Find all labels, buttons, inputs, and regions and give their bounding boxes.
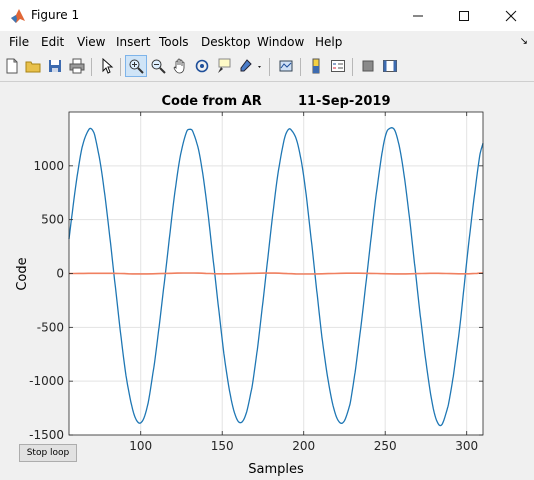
- colorbar-button[interactable]: [306, 56, 326, 76]
- menu-insert[interactable]: Insert: [116, 35, 150, 49]
- select-arrow-button[interactable]: [97, 56, 117, 76]
- toolbar-separator: [300, 58, 301, 76]
- brush-button[interactable]: [236, 56, 264, 76]
- stop-loop-button[interactable]: Stop loop: [19, 444, 77, 462]
- close-icon: [505, 10, 517, 21]
- hide-plot-tools-button[interactable]: [358, 56, 378, 76]
- link-plot-icon: [279, 60, 293, 72]
- menu-file[interactable]: File: [9, 35, 29, 49]
- new-figure-button[interactable]: [2, 56, 22, 76]
- dock-arrow-icon[interactable]: ↘: [520, 36, 528, 47]
- open-file-icon: [25, 61, 41, 73]
- data-cursor-icon: [218, 58, 231, 73]
- print-icon: [69, 58, 85, 74]
- print-button[interactable]: [67, 56, 87, 76]
- figure-toolbar: [0, 53, 534, 82]
- menu-desktop[interactable]: Desktop: [201, 35, 251, 49]
- rotate-3d-button[interactable]: [192, 56, 212, 76]
- pan-hand-icon: [173, 58, 185, 74]
- menu-view[interactable]: View: [77, 35, 105, 49]
- maximize-icon: [459, 10, 469, 21]
- toolbar-separator: [120, 58, 121, 76]
- colorbar-icon: [312, 58, 320, 74]
- window-title-bar: Figure 1: [0, 0, 534, 31]
- new-figure-icon: [6, 58, 18, 74]
- save-button[interactable]: [45, 56, 65, 76]
- brush-icon: [240, 59, 261, 72]
- minimize-icon: [413, 15, 423, 16]
- toolbar-separator: [352, 58, 353, 76]
- maximize-button[interactable]: [441, 0, 487, 31]
- menu-tools[interactable]: Tools: [159, 35, 189, 49]
- close-button[interactable]: [488, 0, 534, 31]
- hide-plot-tools-icon: [362, 60, 374, 72]
- minimize-button[interactable]: [395, 0, 441, 31]
- toolbar-separator: [91, 58, 92, 76]
- save-icon: [49, 60, 61, 72]
- show-plot-tools-button[interactable]: [380, 56, 400, 76]
- toolbar-separator: [269, 58, 270, 76]
- data-cursor-button[interactable]: [214, 56, 234, 76]
- show-plot-tools-icon: [383, 60, 397, 72]
- menu-help[interactable]: Help: [315, 35, 342, 49]
- menu-bar: File Edit View Insert Tools Desktop Wind…: [0, 31, 534, 53]
- zoom-in-button[interactable]: [125, 55, 147, 77]
- window-title: Figure 1: [31, 8, 80, 22]
- pan-button[interactable]: [170, 56, 190, 76]
- matlab-logo-icon: [11, 9, 25, 23]
- legend-icon: [331, 60, 345, 72]
- zoom-in-icon: [129, 59, 144, 74]
- rotate-3d-icon: [195, 59, 209, 73]
- legend-button[interactable]: [328, 56, 348, 76]
- zoom-out-button[interactable]: [148, 56, 168, 76]
- figure-canvas: [1, 82, 533, 479]
- menu-edit[interactable]: Edit: [41, 35, 64, 49]
- menu-window[interactable]: Window: [257, 35, 304, 49]
- zoom-out-icon: [151, 59, 166, 74]
- select-arrow-icon: [102, 58, 114, 74]
- link-plot-button[interactable]: [276, 56, 296, 76]
- open-file-button[interactable]: [23, 56, 43, 76]
